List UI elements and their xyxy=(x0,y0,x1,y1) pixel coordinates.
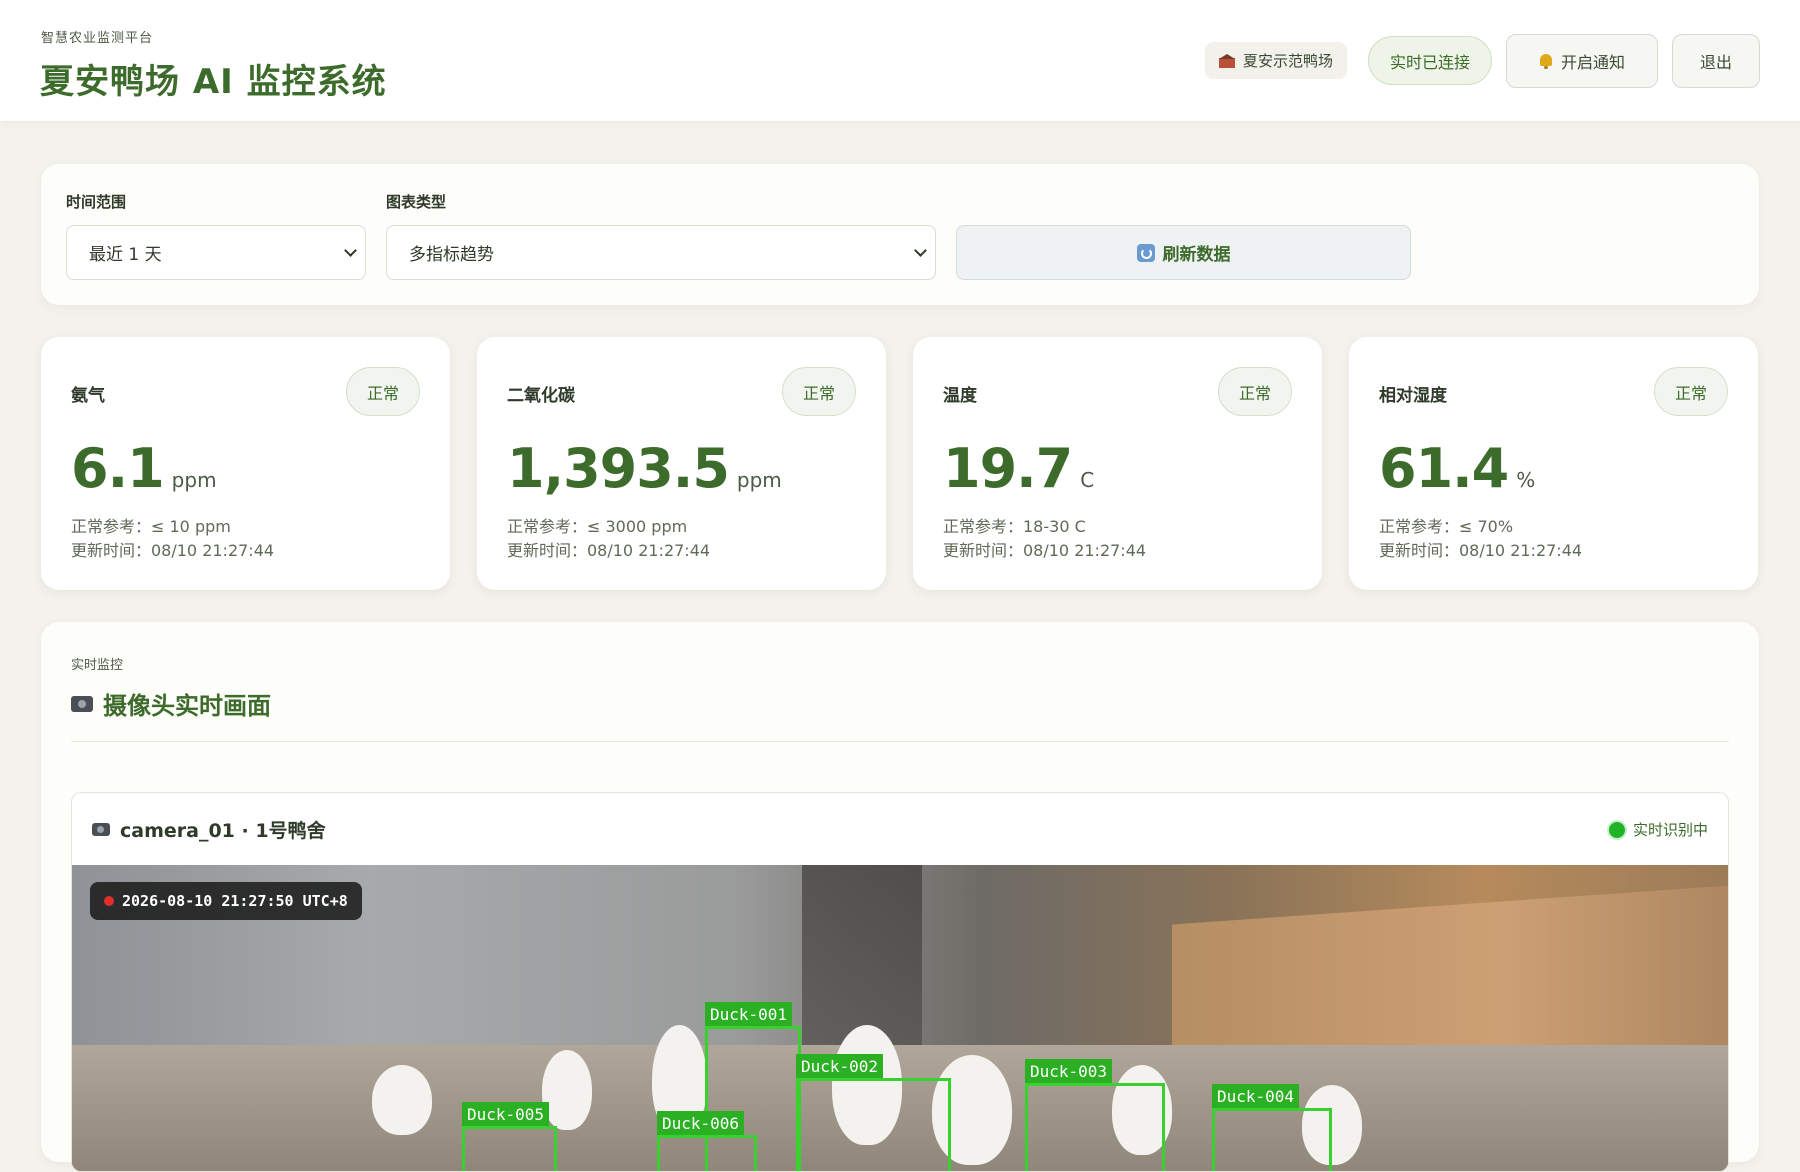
timestamp-text: 2026-08-10 21:27:50 UTC+8 xyxy=(122,892,348,910)
detection-box: Duck-003 xyxy=(1025,1059,1165,1171)
time-range-value: 最近 1 天 xyxy=(89,245,162,265)
metric-value: 6.1 xyxy=(71,437,165,500)
metric-updated-time: 更新时间：08/10 21:27:44 xyxy=(943,541,1147,560)
metric-reading: 61.4 % xyxy=(1379,437,1535,500)
divider xyxy=(71,741,1729,742)
camera-video-feed[interactable]: 2026-08-10 21:27:50 UTC+8 Duck-001 Duck-… xyxy=(72,865,1728,1171)
metric-unit: % xyxy=(1516,468,1536,492)
detection-label: Duck-005 xyxy=(462,1102,550,1126)
metric-reference: 正常参考：18-30 C xyxy=(943,517,1086,536)
detection-label: Duck-006 xyxy=(657,1111,745,1135)
metric-updated-time: 更新时间：08/10 21:27:44 xyxy=(1379,541,1583,560)
video-timestamp: 2026-08-10 21:27:50 UTC+8 xyxy=(90,882,362,920)
metric-card-temperature: 温度 正常 19.7 C 正常参考：18-30 C 更新时间：08/10 21:… xyxy=(913,337,1322,590)
detection-label: Duck-001 xyxy=(705,1002,793,1026)
farm-name: 夏安示范鸭场 xyxy=(1243,52,1334,70)
refresh-label: 刷新数据 xyxy=(1162,245,1231,265)
metric-unit: ppm xyxy=(171,468,217,492)
monitor-subtitle: 实时监控 xyxy=(71,658,124,673)
detection-box: Duck-002 xyxy=(796,1054,951,1171)
live-monitor-panel: 实时监控 摄像头实时画面 camera_01 · 1号鸭舍 实时识别中 2026… xyxy=(41,622,1759,1172)
metric-unit: ppm xyxy=(736,468,782,492)
metric-card-co2: 二氧化碳 正常 1,393.5 ppm 正常参考：≤ 3000 ppm 更新时间… xyxy=(477,337,886,590)
metric-unit: C xyxy=(1080,468,1095,492)
metric-updated-time: 更新时间：08/10 21:27:44 xyxy=(507,541,711,560)
metric-reference: 正常参考：≤ 70% xyxy=(1379,517,1514,536)
metric-reading: 1,393.5 ppm xyxy=(507,437,782,500)
time-range-select[interactable]: 最近 1 天 xyxy=(66,225,366,280)
monitor-title: 摄像头实时画面 xyxy=(71,686,271,721)
enable-notifications-button[interactable]: 开启通知 xyxy=(1506,34,1658,88)
metric-name: 相对湿度 xyxy=(1379,386,1447,406)
notify-label: 开启通知 xyxy=(1560,53,1625,72)
metric-reading: 6.1 ppm xyxy=(71,437,217,500)
metric-reference: 正常参考：≤ 10 ppm xyxy=(71,517,231,536)
video-camera-icon xyxy=(92,822,110,836)
camera-card: camera_01 · 1号鸭舍 实时识别中 2026-08-10 21:27:… xyxy=(71,792,1729,1172)
metric-value: 1,393.5 xyxy=(507,437,730,500)
platform-subtitle: 智慧农业监测平台 xyxy=(41,31,154,46)
chart-type-select[interactable]: 多指标趋势 xyxy=(386,225,936,280)
chevron-down-icon xyxy=(914,244,927,257)
metric-card-ammonia: 氨气 正常 6.1 ppm 正常参考：≤ 10 ppm 更新时间：08/10 2… xyxy=(41,337,450,590)
status-badge: 正常 xyxy=(782,367,856,416)
farm-selector[interactable]: 夏安示范鸭场 xyxy=(1205,42,1348,79)
detection-label: Duck-004 xyxy=(1212,1084,1300,1108)
green-dot-icon xyxy=(1608,821,1625,838)
camera-status: 实时识别中 xyxy=(1608,819,1708,840)
detection-box: Duck-006 xyxy=(657,1111,757,1171)
metric-reading: 19.7 C xyxy=(943,437,1094,500)
barn-icon xyxy=(1219,53,1235,68)
status-badge: 正常 xyxy=(1654,367,1728,416)
logout-button[interactable]: 退出 xyxy=(1672,34,1760,88)
metric-name: 温度 xyxy=(943,386,977,406)
refresh-icon xyxy=(1136,243,1155,262)
chart-type-value: 多指标趋势 xyxy=(409,245,494,265)
metric-name: 氨气 xyxy=(71,386,105,406)
connection-status-badge: 实时已连接 xyxy=(1368,36,1492,85)
filter-panel: 时间范围 最近 1 天 图表类型 多指标趋势 刷新数据 xyxy=(41,164,1759,305)
status-badge: 正常 xyxy=(1218,367,1292,416)
chevron-down-icon xyxy=(344,244,357,257)
status-badge: 正常 xyxy=(346,367,420,416)
detection-box: Duck-004 xyxy=(1212,1084,1332,1171)
chart-type-label: 图表类型 xyxy=(386,193,447,211)
detection-label: Duck-002 xyxy=(796,1054,884,1078)
metric-reference: 正常参考：≤ 3000 ppm xyxy=(507,517,688,536)
duck-image xyxy=(542,1050,592,1130)
camera-header: camera_01 · 1号鸭舍 xyxy=(72,793,1728,865)
top-bar: 智慧农业监测平台 夏安鸭场 AI 监控系统 夏安示范鸭场 实时已连接 开启通知 … xyxy=(0,0,1800,121)
metric-name: 二氧化碳 xyxy=(507,386,575,406)
video-camera-icon xyxy=(71,695,93,712)
time-range-label: 时间范围 xyxy=(66,193,127,211)
metric-updated-time: 更新时间：08/10 21:27:44 xyxy=(71,541,275,560)
detection-label: Duck-003 xyxy=(1025,1059,1113,1083)
page-title: 夏安鸭场 AI 监控系统 xyxy=(40,62,387,102)
metric-value: 61.4 xyxy=(1379,437,1509,500)
detection-box: Duck-005 xyxy=(462,1102,557,1171)
metric-card-humidity: 相对湿度 正常 61.4 % 正常参考：≤ 70% 更新时间：08/10 21:… xyxy=(1349,337,1758,590)
camera-name: camera_01 · 1号鸭舍 xyxy=(120,819,326,842)
monitor-title-text: 摄像头实时画面 xyxy=(103,692,271,720)
metric-value: 19.7 xyxy=(943,437,1073,500)
bell-icon xyxy=(1539,53,1553,69)
refresh-data-button[interactable]: 刷新数据 xyxy=(956,225,1411,280)
recording-dot-icon xyxy=(104,896,114,906)
camera-status-text: 实时识别中 xyxy=(1632,821,1708,839)
